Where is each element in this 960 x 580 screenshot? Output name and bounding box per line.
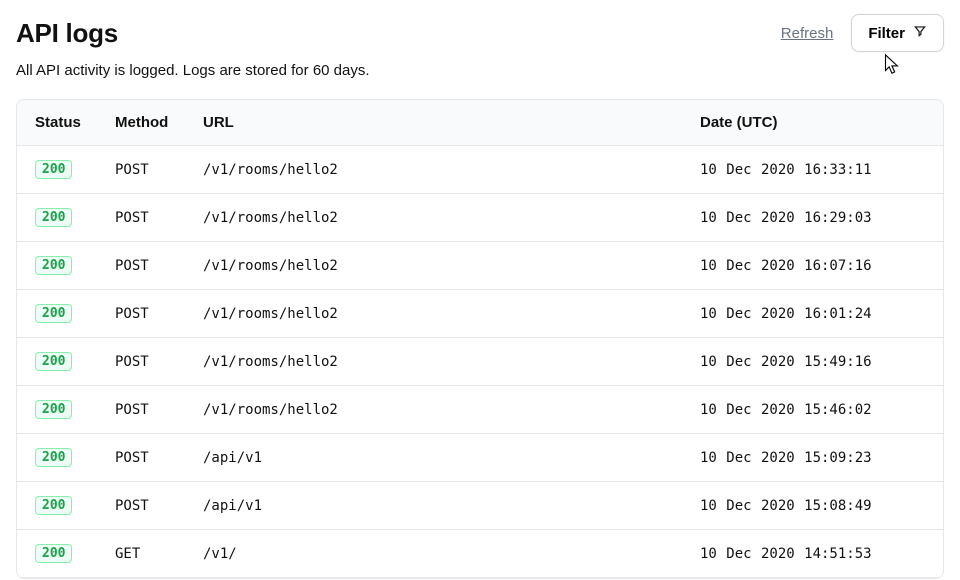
cell-status: 200	[35, 448, 115, 467]
status-badge: 200	[35, 208, 72, 227]
cell-method: POST	[115, 162, 203, 178]
cell-status: 200	[35, 496, 115, 515]
cell-status: 200	[35, 544, 115, 563]
cell-method: POST	[115, 402, 203, 418]
col-header-method: Method	[115, 114, 203, 131]
status-badge: 200	[35, 352, 72, 371]
cell-url: /v1/rooms/hello2	[203, 402, 700, 418]
table-row[interactable]: 200 POST/v1/rooms/hello210 Dec 2020 16:07…	[17, 242, 943, 290]
cell-url: /api/v1	[203, 450, 700, 466]
cell-url: /v1/rooms/hello2	[203, 354, 700, 370]
api-logs-table: Status Method URL Date (UTC) 200 POST/v1/…	[16, 99, 944, 579]
cell-status: 200	[35, 304, 115, 323]
table-row[interactable]: 200 POST/api/v110 Dec 2020 15:09:23	[17, 434, 943, 482]
cell-method: POST	[115, 450, 203, 466]
cell-method: POST	[115, 498, 203, 514]
cell-url: /v1/	[203, 546, 700, 562]
cell-method: POST	[115, 306, 203, 322]
refresh-link[interactable]: Refresh	[781, 25, 834, 42]
cell-url: /v1/rooms/hello2	[203, 258, 700, 274]
table-row[interactable]: 200 GET/v1/10 Dec 2020 14:51:53	[17, 530, 943, 578]
cell-status: 200	[35, 352, 115, 371]
subtitle: All API activity is logged. Logs are sto…	[16, 62, 944, 79]
page-title: API logs	[16, 18, 118, 49]
status-badge: 200	[35, 304, 72, 323]
cell-method: GET	[115, 546, 203, 562]
cell-status: 200	[35, 208, 115, 227]
cell-date: 10 Dec 2020 16:29:03	[700, 210, 925, 226]
cell-status: 200	[35, 256, 115, 275]
cell-date: 10 Dec 2020 15:09:23	[700, 450, 925, 466]
col-header-url: URL	[203, 114, 700, 131]
table-row[interactable]: 200 POST/v1/rooms/hello210 Dec 2020 15:49…	[17, 338, 943, 386]
filter-icon	[913, 24, 927, 42]
table-header: Status Method URL Date (UTC)	[17, 100, 943, 146]
cell-method: POST	[115, 354, 203, 370]
table-row[interactable]: 200 POST/v1/rooms/hello210 Dec 2020 16:33…	[17, 146, 943, 194]
status-badge: 200	[35, 496, 72, 515]
cell-date: 10 Dec 2020 15:46:02	[700, 402, 925, 418]
cell-date: 10 Dec 2020 14:51:53	[700, 546, 925, 562]
cell-date: 10 Dec 2020 15:08:49	[700, 498, 925, 514]
table-row[interactable]: 200 POST/v1/rooms/hello210 Dec 2020 16:01…	[17, 290, 943, 338]
table-row[interactable]: 200 POST/api/v110 Dec 2020 15:08:49	[17, 482, 943, 530]
cell-url: /v1/rooms/hello2	[203, 162, 700, 178]
status-badge: 200	[35, 448, 72, 467]
status-badge: 200	[35, 160, 72, 179]
cell-url: /v1/rooms/hello2	[203, 306, 700, 322]
header-actions: Refresh Filter	[781, 14, 944, 52]
status-badge: 200	[35, 256, 72, 275]
filter-button-label: Filter	[868, 25, 905, 42]
status-badge: 200	[35, 400, 72, 419]
cell-url: /v1/rooms/hello2	[203, 210, 700, 226]
cell-date: 10 Dec 2020 15:49:16	[700, 354, 925, 370]
col-header-status: Status	[35, 114, 115, 131]
table-row[interactable]: 200 POST/v1/rooms/hello210 Dec 2020 16:29…	[17, 194, 943, 242]
cell-url: /api/v1	[203, 498, 700, 514]
table-row[interactable]: 200 POST/v1/rooms/hello210 Dec 2020 15:46…	[17, 386, 943, 434]
cell-date: 10 Dec 2020 16:01:24	[700, 306, 925, 322]
cell-method: POST	[115, 210, 203, 226]
cell-status: 200	[35, 160, 115, 179]
cell-method: POST	[115, 258, 203, 274]
cell-date: 10 Dec 2020 16:33:11	[700, 162, 925, 178]
cell-date: 10 Dec 2020 16:07:16	[700, 258, 925, 274]
status-badge: 200	[35, 544, 72, 563]
col-header-date: Date (UTC)	[700, 114, 925, 131]
cell-status: 200	[35, 400, 115, 419]
filter-button[interactable]: Filter	[851, 14, 944, 52]
